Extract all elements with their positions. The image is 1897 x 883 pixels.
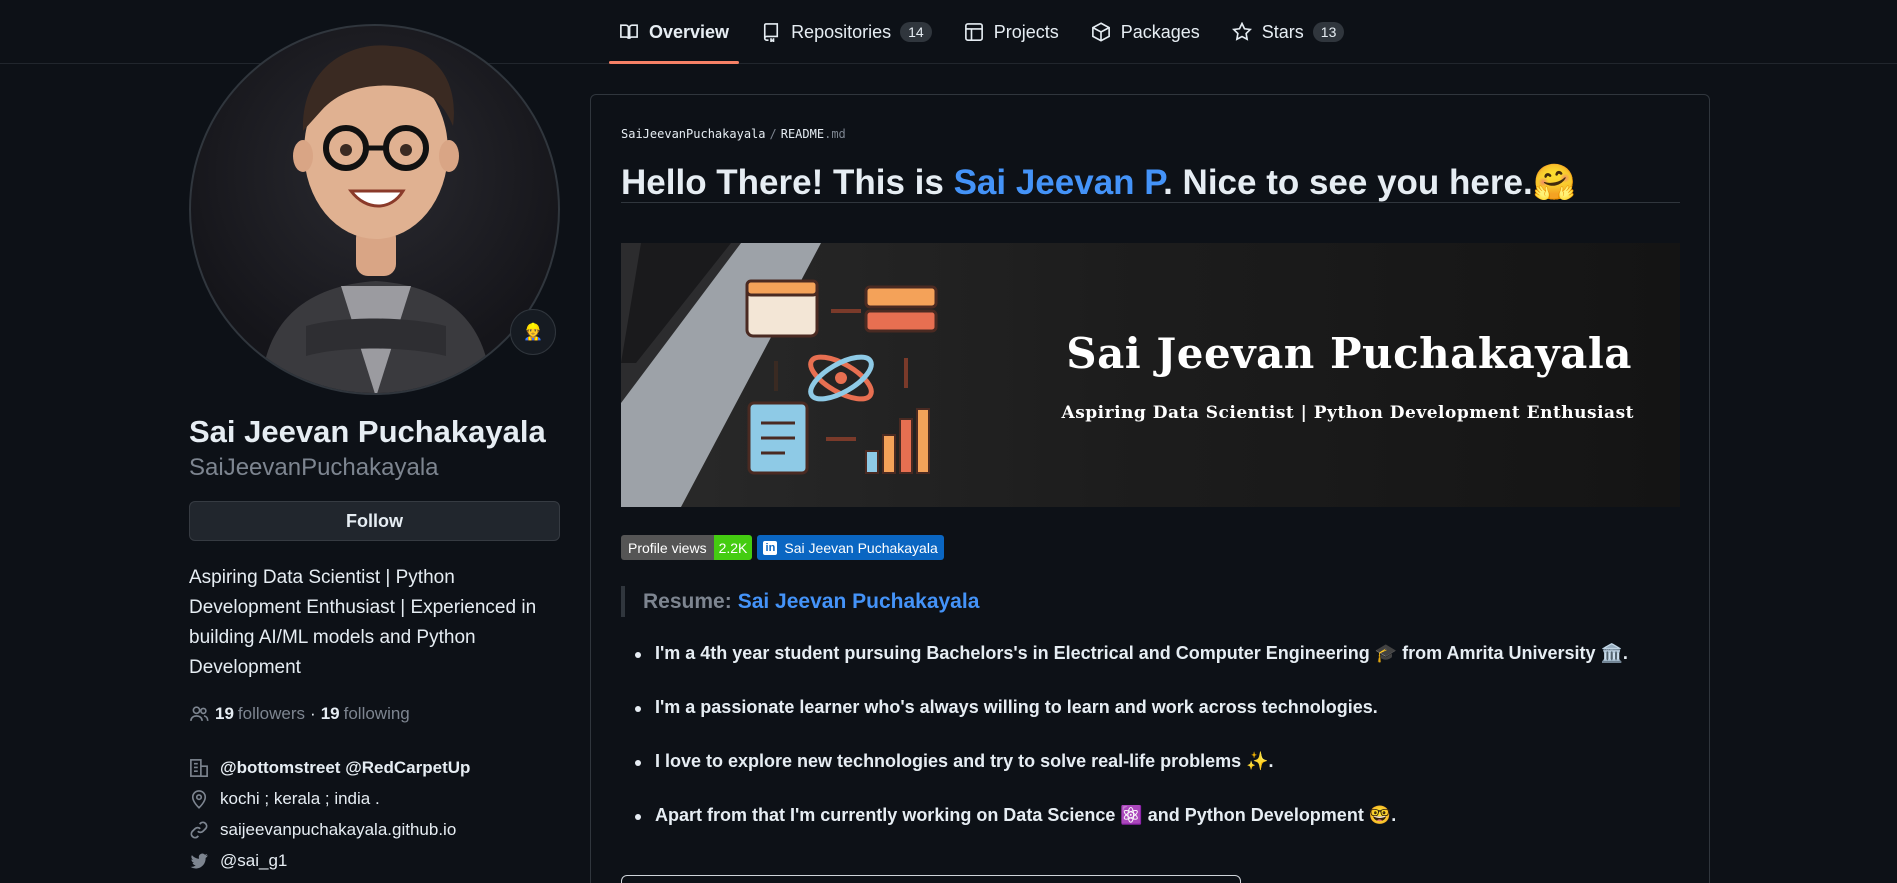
location-text: kochi ; kerala ; india . [220, 788, 380, 808]
breadcrumb-extension: .md [824, 127, 846, 141]
status-emoji-icon: 👷 [523, 324, 543, 341]
hugging-face-emoji: 🤗 [1532, 163, 1577, 202]
breadcrumb-separator: / [769, 127, 777, 141]
profile-details: @bottomstreet @RedCarpetUp kochi ; keral… [189, 752, 470, 876]
organizations-item[interactable]: @bottomstreet @RedCarpetUp [189, 752, 470, 783]
star-icon [1231, 22, 1252, 41]
profile-bio: Aspiring Data Scientist | Python Develop… [189, 567, 537, 678]
readme-card: SaiJeevanPuchakayala / README.md Hello The… [590, 94, 1710, 883]
followers-link[interactable]: 19 followers [215, 704, 305, 724]
location-pin-icon [191, 789, 207, 809]
people-icon [190, 706, 209, 721]
list-item: I'm a 4th year student pursuing Bachelor… [621, 643, 1628, 697]
following-link[interactable]: 19 following [321, 704, 410, 724]
next-section-box [621, 875, 1241, 883]
website-item[interactable]: saijeevanpuchakayala.github.io [189, 814, 470, 845]
book-icon [620, 24, 638, 40]
breadcrumb-file[interactable]: README [781, 127, 824, 141]
stars-count-badge: 13 [1312, 22, 1345, 42]
set-status-button[interactable]: 👷 [510, 309, 556, 355]
banner-subtitle: Aspiring Data Scientist | Python Develop… [1061, 403, 1634, 423]
follow-stats: 19 followers · 19 following [189, 704, 410, 724]
following-label: following [343, 704, 410, 723]
followers-count: 19 [215, 704, 234, 723]
about-list: I'm a 4th year student pursuing Bachelor… [621, 643, 1628, 859]
tab-overview[interactable]: Overview [609, 0, 740, 64]
profile-views-count: 2.2K [713, 535, 753, 560]
list-item: I love to explore new technologies and t… [621, 751, 1628, 805]
breadcrumb-owner[interactable]: SaiJeevanPuchakayala [621, 127, 766, 141]
profile-username: SaiJeevanPuchakayala [189, 454, 439, 481]
badges-row: Profile views 2.2K in Sai Jeevan Puchaka… [621, 535, 949, 560]
website-link[interactable]: saijeevanpuchakayala.github.io [220, 820, 456, 840]
followers-label: followers [237, 704, 306, 723]
following-count: 19 [320, 704, 340, 723]
organizations-text: @bottomstreet @RedCarpetUp [220, 757, 471, 777]
follow-button[interactable]: Follow [189, 501, 560, 541]
readme-banner-image: Sai Jeevan Puchakayala Aspiring Data Sci… [621, 243, 1680, 507]
resume-label: Resume: [643, 589, 732, 613]
avatar-illustration [261, 45, 491, 393]
tab-repositories-label: Repositories [791, 21, 892, 42]
readme-heading: Hello There! This is Sai Jeevan P. Nice … [621, 165, 1680, 203]
follow-separator: · [310, 704, 316, 723]
table-icon [964, 23, 983, 41]
twitter-item[interactable]: @sai_g1 [189, 845, 470, 876]
tab-packages-label: Packages [1120, 21, 1200, 42]
location-item: kochi ; kerala ; india . [189, 783, 470, 814]
linkedin-badge[interactable]: in Sai Jeevan Puchakayala [757, 535, 944, 560]
profile-views-badge[interactable]: Profile views 2.2K [621, 535, 753, 560]
tab-repositories[interactable]: Repositories 14 [751, 0, 942, 64]
twitter-icon [190, 853, 208, 868]
heading-suffix: . Nice to see you here. [1163, 163, 1533, 202]
resume-blockquote: Resume: Sai Jeevan Puchakayala [621, 586, 979, 617]
package-icon [1091, 22, 1110, 42]
readme-breadcrumb: SaiJeevanPuchakayala / README.md [621, 127, 846, 141]
list-item: I'm a passionate learner who's always wi… [621, 697, 1628, 751]
list-item: Apart from that I'm currently working on… [621, 805, 1628, 859]
avatar[interactable] [189, 24, 560, 395]
profile-views-label: Profile views [621, 535, 714, 560]
twitter-handle[interactable]: @sai_g1 [220, 851, 287, 871]
tab-projects-label: Projects [993, 21, 1059, 42]
heading-prefix: Hello There! This is [621, 163, 954, 202]
repo-icon [764, 23, 779, 42]
building-icon [190, 758, 208, 777]
linkedin-icon: in [763, 540, 778, 555]
linkedin-badge-label: Sai Jeevan Puchakayala [784, 539, 938, 556]
resume-link[interactable]: Sai Jeevan Puchakayala [738, 590, 980, 614]
heading-name-link[interactable]: Sai Jeevan P [954, 163, 1164, 202]
tab-stars[interactable]: Stars 13 [1222, 0, 1355, 64]
profile-name: Sai Jeevan Puchakayala [189, 414, 546, 449]
link-icon [190, 821, 208, 838]
repositories-count-badge: 14 [900, 22, 932, 42]
tab-overview-label: Overview [649, 21, 730, 42]
tab-projects[interactable]: Projects [954, 0, 1069, 64]
tab-packages[interactable]: Packages [1081, 0, 1210, 64]
tab-stars-label: Stars [1261, 21, 1304, 42]
banner-title: Sai Jeevan Puchakayala [1066, 329, 1632, 378]
